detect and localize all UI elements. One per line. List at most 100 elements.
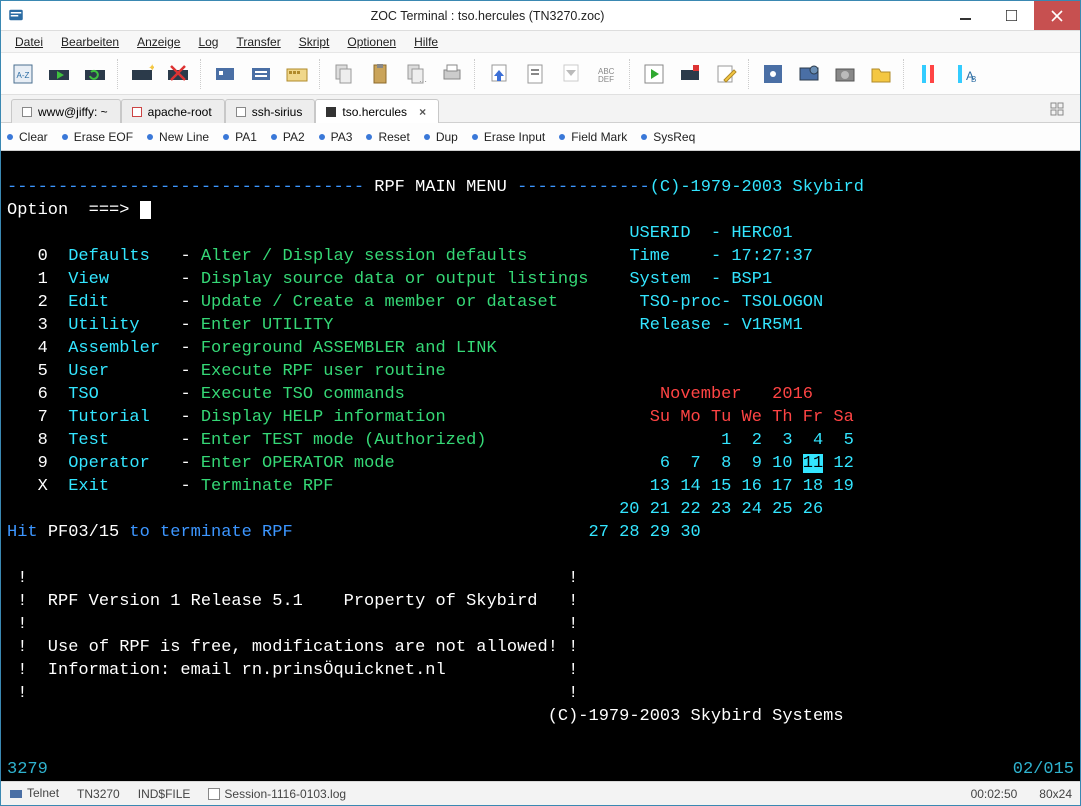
screen-snapshot-button[interactable] [793,58,825,90]
cal-year: 2016 [772,385,813,404]
opt-4-name: Assembler [68,339,180,358]
toolbar-separator [474,59,477,89]
log-checkbox[interactable] [208,788,220,800]
info-tsoproc: TSOLOGON [742,293,824,312]
opt-5-name: User [68,362,180,381]
menu-log[interactable]: Log [190,33,226,51]
menu-datei[interactable]: Datei [7,33,51,51]
app-icon [7,6,27,26]
qb-pa2[interactable]: PA2 [271,130,305,144]
opt-5-desc: Execute RPF user routine [201,362,446,381]
status-emulation: TN3270 [77,787,120,801]
info-release: V1R5M1 [742,316,803,335]
opt-1-num: 1 [38,270,48,289]
opt-6-desc: Execute TSO commands [201,385,405,404]
abc-button[interactable]: ABCDEF [591,58,623,90]
options2-button[interactable] [245,58,277,90]
host-directory-button[interactable]: A-Z [7,58,39,90]
download-button[interactable] [483,58,515,90]
copy-button[interactable] [328,58,360,90]
tab-tso-hercules[interactable]: tso.hercules× [315,99,439,123]
edit-script-button[interactable] [710,58,742,90]
toolbar: A-Z ✦ ⋯ ABCDEF AB [1,53,1080,95]
blank-line [7,224,629,243]
hdr-dashes-right: ------------- [507,178,650,197]
qb-pa3[interactable]: PA3 [319,130,353,144]
stop-script-button[interactable] [674,58,706,90]
status-protocol: Telnet [9,786,59,801]
quick-connect-button[interactable] [43,58,75,90]
qb-eraseinput[interactable]: Erase Input [472,130,545,144]
paste-button[interactable] [364,58,396,90]
menu-transfer[interactable]: Transfer [228,33,288,51]
box-line3: ! Information: email rn.prinsÖquicknet.n… [7,661,578,680]
menu-bearbeiten[interactable]: Bearbeiten [53,33,127,51]
status-transfer: IND$FILE [138,787,191,801]
maximize-button[interactable] [988,1,1034,30]
info-time-label: Time - [629,247,731,266]
opt-0-name: Defaults [68,247,180,266]
tab-overview-icon[interactable] [1050,102,1064,116]
print-button[interactable] [436,58,468,90]
tab-icon [22,107,32,117]
cal-w5: 27 28 29 30 [589,523,701,542]
text-send-button[interactable] [519,58,551,90]
cal-days: Su Mo Tu We Th Fr Sa [650,408,854,427]
tab-ssh-sirius[interactable]: ssh-sirius [225,99,316,123]
capture-button[interactable] [829,58,861,90]
copy-as-button[interactable]: ⋯ [400,58,432,90]
tab-close-icon[interactable]: × [419,105,426,119]
tab-icon [326,107,336,117]
menu-hilfe[interactable]: Hilfe [406,33,446,51]
close-session-button[interactable] [162,58,194,90]
qb-newline[interactable]: New Line [147,130,209,144]
toolbar-separator [903,59,906,89]
keymap-button[interactable] [281,58,313,90]
font-button[interactable]: AB [948,58,980,90]
qb-fieldmark[interactable]: Field Mark [559,130,627,144]
open-folder-button[interactable] [865,58,897,90]
hint-a: Hit [7,523,48,542]
new-session-button[interactable]: ✦ [126,58,158,90]
tab-icon [132,107,142,117]
svg-text:A-Z: A-Z [17,71,30,80]
window-title: ZOC Terminal : tso.hercules (TN3270.zoc) [33,9,942,23]
profile-button[interactable] [209,58,241,90]
minimize-button[interactable] [942,1,988,30]
terminal-screen[interactable]: ----------------------------------- RPF … [1,151,1080,760]
qb-dup[interactable]: Dup [424,130,458,144]
run-script-button[interactable] [638,58,670,90]
opt-x-desc: Terminate RPF [201,477,334,496]
cal-w2a: 6 7 8 9 10 [650,454,803,473]
opt-3-desc: Enter UTILITY [201,316,334,335]
trace-button[interactable] [757,58,789,90]
tab-apache-root[interactable]: apache-root [121,99,225,123]
opt-9-desc: Enter OPERATOR mode [201,454,395,473]
colors-button[interactable] [912,58,944,90]
close-button[interactable] [1034,1,1080,30]
qb-reset[interactable]: Reset [366,130,409,144]
bottom-copyright: (C)-1979-2003 Skybird Systems [548,707,844,726]
box-top: ! ! [7,569,578,588]
menu-skript[interactable]: Skript [291,33,338,51]
status-mode: 3279 [7,760,48,779]
qb-pa1[interactable]: PA1 [223,130,257,144]
qb-clear[interactable]: Clear [7,130,48,144]
info-tsoproc-label: TSO-proc- [640,293,742,312]
reconnect-button[interactable] [79,58,111,90]
menu-anzeige[interactable]: Anzeige [129,33,188,51]
hdr-title: RPF MAIN MENU [374,178,507,197]
svg-text:⋯: ⋯ [419,77,427,86]
tab-icon [236,107,246,117]
option-prompt: Option ===> [7,201,140,220]
tab-jiffy[interactable]: www@jiffy: ~ [11,99,121,123]
cal-month: November [660,385,742,404]
upload-button[interactable] [555,58,587,90]
qb-eraseeof[interactable]: Erase EOF [62,130,133,144]
qb-sysreq[interactable]: SysReq [641,130,695,144]
opt-1-desc: Display source data or output listings [201,270,589,289]
toolbar-separator [117,59,120,89]
menu-optionen[interactable]: Optionen [339,33,404,51]
opt-0-num: 0 [38,247,48,266]
titlebar: ZOC Terminal : tso.hercules (TN3270.zoc) [1,1,1080,31]
